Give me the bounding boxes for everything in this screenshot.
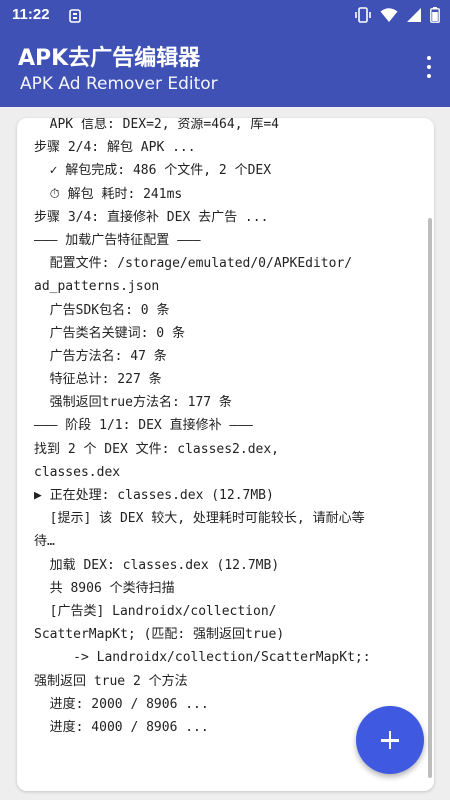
- log-line: 步骤 2/4: 解包 APK ...: [34, 140, 196, 156]
- scrollbar[interactable]: [428, 218, 432, 778]
- log-line: APK 信息: DEX=2, 资源=464, 库=4: [34, 118, 280, 132]
- log-line: ⏱ 解包 耗时: 241ms: [34, 186, 183, 202]
- log-line: 加载 DEX: classes.dex (12.7MB): [34, 557, 280, 573]
- log-line: 配置文件: /storage/emulated/0/APKEditor/: [34, 256, 353, 272]
- log-line: ✓ 解包完成: 486 个文件, 2 个DEX: [34, 163, 272, 179]
- signal-icon: [406, 7, 422, 27]
- log-line: 强制返回true方法名: 177 条: [34, 395, 232, 411]
- app-title: APK去广告编辑器: [18, 46, 201, 71]
- app-notification-icon: [69, 8, 81, 27]
- log-line: 强制返回 true 2 个方法: [34, 673, 188, 689]
- log-line: 广告类名关键词: 0 条: [34, 325, 185, 341]
- app-subtitle: APK Ad Remover Editor: [20, 74, 218, 94]
- log-line: 找到 2 个 DEX 文件: classes2.dex,: [34, 441, 280, 457]
- log-card[interactable]: APK 信息: DEX=2, 资源=464, 库=4 步骤 2/4: 解包 APK…: [17, 118, 434, 791]
- more-vert-icon[interactable]: [422, 54, 436, 80]
- status-icons: [354, 7, 440, 27]
- log-line: 广告方法名: 47 条: [34, 348, 167, 364]
- log-line: ——— 阶段 1/1: DEX 直接修补 ———: [34, 418, 253, 434]
- log-line: 步骤 3/4: 直接修补 DEX 去广告 ...: [34, 209, 269, 225]
- log-line: [广告类] Landroidx/collection/: [34, 603, 277, 619]
- log-line: 待…: [34, 534, 55, 550]
- log-line: [提示] 该 DEX 较大, 处理耗时可能较长, 请耐心等: [34, 511, 365, 527]
- log-line: ScatterMapKt; (匹配: 强制返回true): [34, 627, 285, 643]
- add-button[interactable]: [356, 706, 424, 774]
- log-line: 特征总计: 227 条: [34, 372, 162, 388]
- app-bar: APK去广告编辑器 APK Ad Remover Editor: [0, 32, 450, 107]
- wifi-icon: [380, 7, 398, 27]
- vibrate-icon: [354, 7, 372, 27]
- log-line: ▶ 正在处理: classes.dex (12.7MB): [34, 488, 274, 503]
- battery-icon: [430, 7, 440, 27]
- log-line: classes.dex: [34, 464, 121, 480]
- status-bar: 11:22: [0, 0, 450, 32]
- log-line: 广告SDK包名: 0 条: [34, 302, 170, 318]
- log-line: ——— 加载广告特征配置 ———: [34, 232, 201, 248]
- log-line: 共 8906 个类待扫描: [34, 580, 175, 596]
- status-time: 11:22: [12, 6, 50, 23]
- log-output: APK 信息: DEX=2, 资源=464, 库=4 步骤 2/4: 解包 APK…: [34, 118, 424, 739]
- log-line: ad_patterns.json: [34, 279, 160, 295]
- log-line: -> Landroidx/collection/ScatterMapKt;:: [34, 650, 371, 666]
- log-line: 进度: 2000 / 8906 ...: [34, 696, 209, 712]
